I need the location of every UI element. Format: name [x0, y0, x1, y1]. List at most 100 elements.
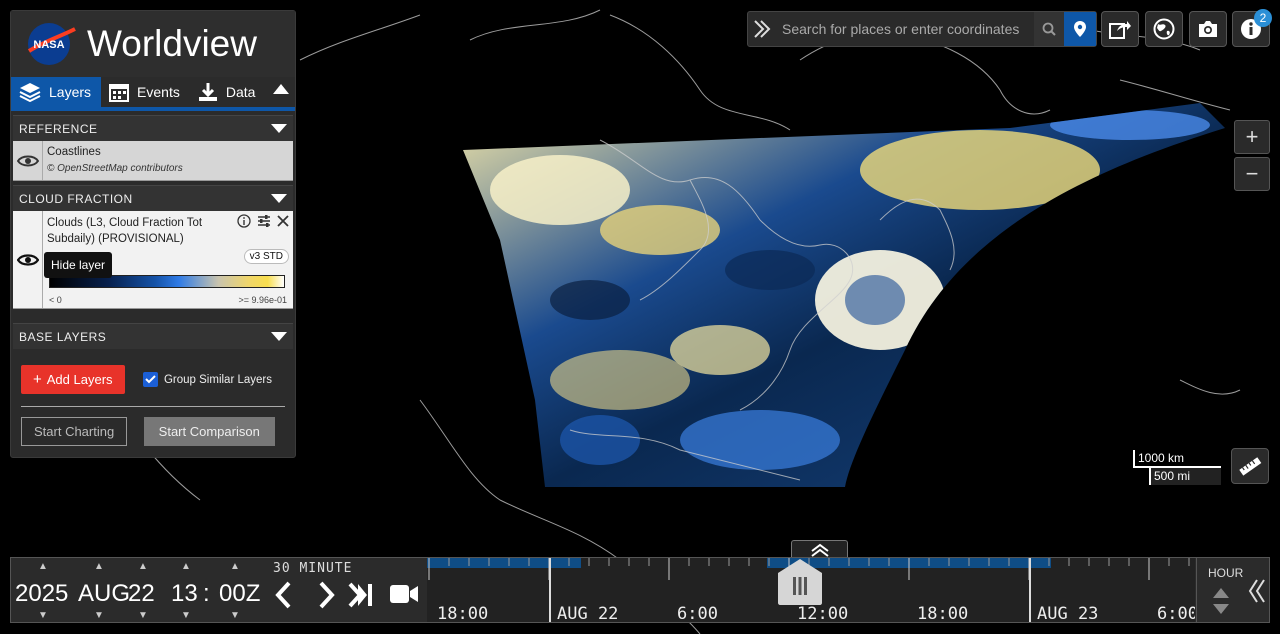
layer-title-clouds-line1: Clouds (L3, Cloud Fraction Tot: [47, 217, 203, 229]
group-similar-checkbox[interactable]: Group Similar Layers: [142, 372, 272, 387]
sidebar-actions: + Add Layers Group Similar Layers Start …: [11, 349, 295, 446]
axis-label: 6:00: [1157, 604, 1195, 622]
sidebar: NASA Worldview Layers Events Data REFERE…: [10, 10, 296, 458]
expand-timeline-tab[interactable]: [791, 540, 848, 558]
collapse-timeline-icon[interactable]: [1248, 578, 1266, 604]
search-icon: [1042, 22, 1056, 36]
sliders-icon[interactable]: [257, 214, 271, 228]
svg-text:NASA: NASA: [33, 39, 64, 51]
axis-label: 18:00: [437, 604, 489, 622]
group-similar-label: Group Similar Layers: [163, 373, 272, 386]
tab-data[interactable]: Data: [190, 77, 266, 107]
group-header-cloud-fraction[interactable]: CLOUD FRACTION: [13, 185, 293, 211]
measure-button[interactable]: [1231, 448, 1269, 484]
hour-up-arrow[interactable]: ▲: [181, 561, 191, 572]
search-button[interactable]: [1034, 12, 1064, 46]
hide-layer-tooltip: Hide layer: [44, 252, 113, 278]
layers-icon: [19, 83, 41, 102]
day-value[interactable]: 22: [128, 580, 155, 608]
day-down-arrow[interactable]: ▼: [138, 610, 148, 621]
info-menu-button[interactable]: 2: [1232, 9, 1272, 47]
group-header-reference[interactable]: REFERENCE: [13, 115, 293, 141]
ruler-icon: [1239, 457, 1262, 476]
brand-header[interactable]: NASA Worldview: [11, 11, 295, 77]
tab-layers-label: Layers: [49, 84, 92, 100]
step-back-icon[interactable]: [273, 580, 295, 610]
projection-button[interactable]: [1145, 11, 1183, 47]
month-down-arrow[interactable]: ▼: [94, 610, 104, 621]
double-chevron-up-icon: [810, 543, 829, 557]
share-icon: [1109, 21, 1131, 39]
group-header-base-layers[interactable]: BASE LAYERS: [13, 323, 293, 349]
scale-mi: 500 mi: [1149, 468, 1221, 485]
scale-bar: 1000 km 500 mi: [1133, 450, 1221, 485]
checkmark-icon: [142, 372, 158, 387]
tab-events[interactable]: Events: [101, 77, 190, 107]
share-button[interactable]: [1101, 11, 1139, 47]
zoom-up-icon[interactable]: [1213, 588, 1229, 598]
nasa-logo[interactable]: NASA: [25, 21, 77, 67]
axis-label: 6:00: [677, 604, 718, 622]
start-charting-button[interactable]: Start Charting: [21, 417, 128, 446]
group-title-base-layers: BASE LAYERS: [19, 329, 107, 344]
timeline-zoom-control: HOUR: [1196, 558, 1244, 622]
axis-label: 18:00: [917, 604, 969, 622]
add-layers-button[interactable]: + Add Layers: [21, 365, 125, 394]
chevron-down-icon[interactable]: [271, 123, 287, 134]
minus-icon: −: [1245, 161, 1259, 186]
chevron-down-icon[interactable]: [271, 331, 287, 342]
year-value[interactable]: 2025: [15, 580, 68, 608]
tab-layers[interactable]: Layers: [11, 77, 102, 107]
layer-row-coastlines[interactable]: Coastlines © OpenStreetMap contributors: [13, 141, 293, 181]
zoom-in-button[interactable]: +: [1234, 120, 1270, 154]
notification-badge: 2: [1254, 9, 1272, 27]
step-forward-icon[interactable]: [315, 580, 337, 610]
search-input[interactable]: Search for places or enter coordinates: [782, 21, 1034, 37]
start-comparison-button[interactable]: Start Comparison: [143, 417, 275, 446]
version-badge: v3 STD: [243, 249, 289, 264]
time-separator: :: [203, 580, 210, 607]
axis-label: AUG 23: [1037, 604, 1099, 622]
close-icon[interactable]: [277, 215, 289, 227]
zoom-down-icon[interactable]: [1213, 604, 1229, 614]
layer-tools: [237, 214, 289, 228]
time-interval-label[interactable]: 30 MINUTE: [273, 561, 352, 576]
collapse-sidebar-icon[interactable]: [273, 83, 289, 95]
toggle-visibility-coastlines[interactable]: [13, 141, 43, 180]
year-down-arrow[interactable]: ▼: [38, 610, 48, 621]
eye-icon: [16, 155, 39, 166]
globe-icon: [1153, 18, 1175, 40]
calendar-icon: [109, 84, 130, 102]
layer-title-clouds-line2: Subdaily) (PROVISIONAL): [47, 233, 184, 245]
hour-value[interactable]: 13: [171, 580, 198, 608]
snapshot-button[interactable]: [1189, 11, 1227, 47]
tab-events-label: Events: [137, 84, 180, 100]
month-value[interactable]: AUG: [78, 580, 130, 608]
info-icon[interactable]: [237, 214, 251, 228]
toggle-visibility-clouds[interactable]: [13, 211, 43, 308]
video-camera-icon[interactable]: [389, 583, 419, 605]
chevron-down-icon[interactable]: [271, 193, 287, 204]
minute-value[interactable]: 00Z: [219, 580, 260, 608]
skip-to-latest-icon[interactable]: [347, 582, 375, 608]
camera-icon: [1199, 21, 1217, 37]
place-marker-button[interactable]: [1064, 12, 1096, 46]
scale-km: 1000 km: [1133, 450, 1221, 468]
map-pin-icon: [1074, 21, 1086, 37]
app-title: Worldview: [87, 23, 257, 64]
day-up-arrow[interactable]: ▲: [138, 561, 148, 572]
hour-down-arrow[interactable]: ▼: [181, 610, 191, 621]
legend-min-label: < 0: [49, 295, 62, 305]
divider: [21, 406, 285, 407]
axis-label: 12:00: [797, 604, 849, 622]
minute-up-arrow[interactable]: ▲: [230, 561, 240, 572]
year-up-arrow[interactable]: ▲: [38, 561, 48, 572]
expand-search-icon[interactable]: [752, 18, 774, 40]
cloud-swath: [463, 103, 1225, 487]
zoom-out-button[interactable]: −: [1234, 157, 1270, 191]
timeline-draggable-handle[interactable]: [778, 559, 822, 605]
month-up-arrow[interactable]: ▲: [94, 561, 104, 572]
minute-down-arrow[interactable]: ▼: [230, 610, 240, 621]
layer-attribution: © OpenStreetMap contributors: [47, 163, 183, 174]
zoom-level-label[interactable]: HOUR: [1208, 566, 1243, 580]
